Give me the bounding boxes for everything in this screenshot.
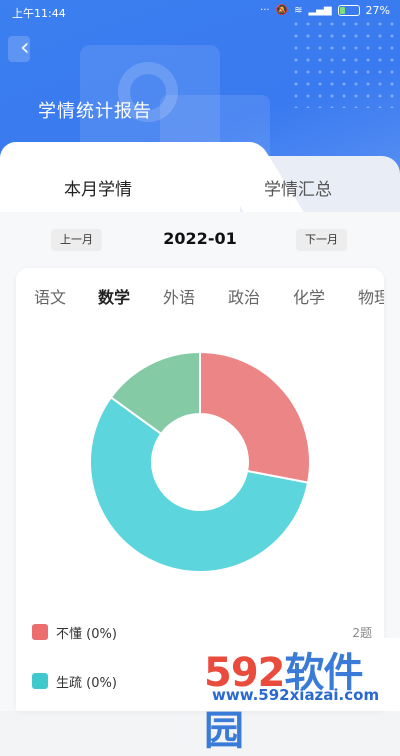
status-time: 上午11:44 [12,7,66,20]
legend-label: 不懂 (0%) [56,627,117,642]
watermark-logo: 592软件园 www.592xiazai.com [198,638,400,754]
report-tabs: 本月学情 学情汇总 [0,142,400,216]
tab-summary-label[interactable]: 学情汇总 [264,175,332,200]
battery-level: 27% [365,4,390,17]
watermark-url: www.592xiazai.com [212,686,380,704]
page-title: 学情统计报告 [38,101,152,122]
status-bar: 上午11:44 ··· 🔕 ≋ ▂▄▆ 27% [0,0,400,24]
legend-label: 生疏 (0%) [56,676,117,691]
legend-swatch [32,673,48,689]
chevron-left-icon: ‹ [20,33,30,61]
mute-icon: 🔕 [275,5,289,16]
battery-icon [337,5,360,16]
back-button[interactable]: ‹ [8,33,38,62]
next-month-button[interactable]: 下一月 [296,229,347,251]
tab-monthly-label[interactable]: 本月学情 [64,175,132,200]
donut-slice-0[interactable] [199,350,311,484]
more-dots-icon: ··· [260,5,270,16]
dot-pattern-decoration [290,18,400,108]
month-navigator: 上一月 2022-01 下一月 [0,224,400,256]
signal-icon: ▂▄▆ [308,5,332,16]
donut-chart [89,350,311,573]
legend-swatch [32,624,48,640]
wifi-icon: ≋ [294,5,303,16]
